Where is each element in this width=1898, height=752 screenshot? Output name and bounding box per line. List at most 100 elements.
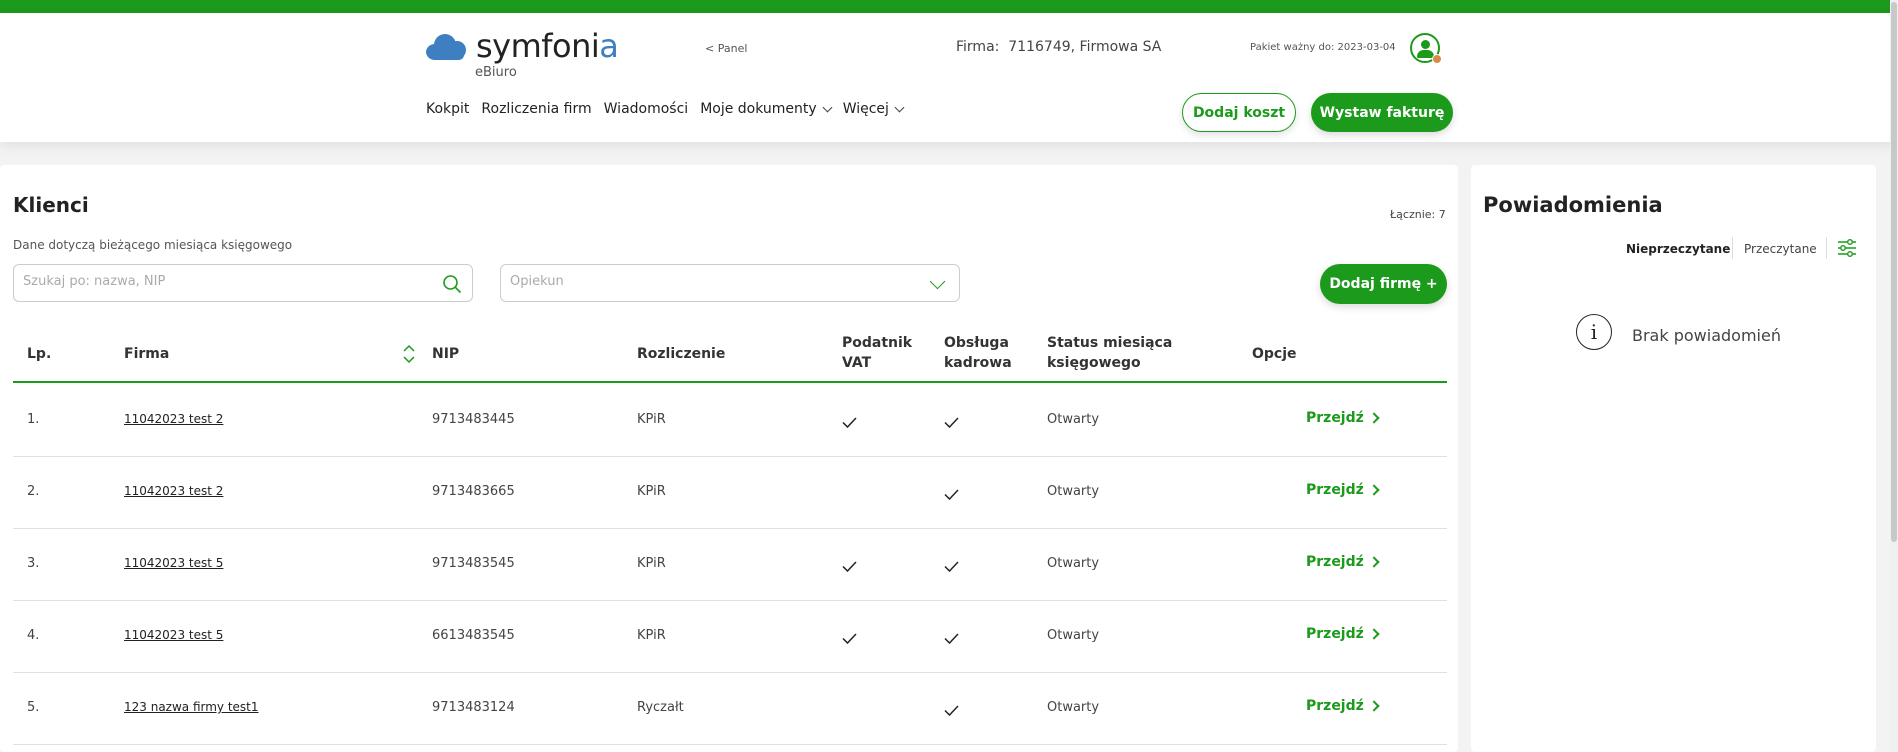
empty-notifications: Brak powiadomień: [1632, 326, 1781, 345]
check-icon: [944, 485, 959, 501]
nav-wiecej[interactable]: Więcej: [843, 101, 905, 117]
col-firma[interactable]: Firma: [124, 344, 169, 364]
search-input[interactable]: [23, 274, 403, 289]
search-box: [13, 264, 473, 302]
issue-invoice-button[interactable]: Wystaw fakturę: [1311, 93, 1453, 132]
company-label: Firma:: [956, 39, 1000, 55]
search-icon[interactable]: [442, 274, 462, 294]
cell-nip: 9713483445: [432, 412, 515, 427]
add-cost-button[interactable]: Dodaj koszt: [1182, 93, 1296, 132]
cell-status: Otwarty: [1047, 700, 1100, 715]
main-nav: Kokpit Rozliczenia firm Wiadomości Moje …: [426, 101, 905, 117]
product-name: eBiuro: [475, 65, 517, 80]
col-status: Status miesiąca księgowego: [1047, 335, 1173, 371]
check-icon: [944, 413, 959, 429]
cell-nip: 9713483124: [432, 700, 515, 715]
cloud-icon: [426, 32, 468, 60]
go-to-company-button[interactable]: Przejdź: [1306, 698, 1380, 714]
nav-rozliczenia-firm[interactable]: Rozliczenia firm: [481, 101, 591, 117]
go-to-company-button[interactable]: Przejdź: [1306, 554, 1380, 570]
nav-moje-dokumenty[interactable]: Moje dokumenty: [700, 101, 833, 117]
check-icon: [944, 629, 959, 645]
scrollbar-thumb[interactable]: [1891, 2, 1897, 542]
company-link[interactable]: 123 nazwa firmy test1: [124, 700, 259, 714]
company-link[interactable]: 11042023 test 5: [124, 628, 223, 642]
cell-lp: 3.: [27, 556, 40, 571]
cell-status: Otwarty: [1047, 412, 1100, 427]
chevron-down-icon: [822, 102, 833, 112]
tab-read[interactable]: Przeczytane: [1744, 242, 1817, 256]
chevron-right-icon: [1368, 628, 1380, 640]
nav-wiadomosci[interactable]: Wiadomości: [604, 101, 689, 117]
tab-divider: [1732, 237, 1733, 259]
cell-lp: 5.: [27, 700, 40, 715]
notifications-panel: Powiadomienia Nieprzeczytane Przeczytane…: [1471, 165, 1876, 752]
table-row: 4. 11042023 test 5 6613483545 KPiR Otwarty Pr…: [13, 601, 1447, 673]
package-validity: Pakiet ważny do: 2023-03-04: [1250, 42, 1396, 53]
cell-rozliczenie: KPiR: [637, 628, 666, 643]
company-value: 7116749, Firmowa SA: [1008, 39, 1162, 55]
cell-rozliczenie: KPiR: [637, 556, 666, 571]
top-banner: [0, 0, 1898, 13]
cell-nip: 9713483665: [432, 484, 515, 499]
clients-panel: Klienci Łącznie: 7 Dane dotyczą bieżąceg…: [0, 165, 1458, 752]
opiekun-input[interactable]: [510, 274, 890, 289]
chevron-right-icon: [1368, 556, 1380, 568]
cell-status: Otwarty: [1047, 628, 1100, 643]
sort-icon[interactable]: [403, 344, 415, 364]
tab-unread[interactable]: Nieprzeczytane: [1626, 242, 1730, 256]
check-icon: [842, 557, 857, 573]
col-kadrowa: Obsługa kadrowa: [944, 335, 1012, 371]
filter-settings-icon[interactable]: [1837, 238, 1857, 258]
cell-lp: 4.: [27, 628, 40, 643]
check-icon: [944, 701, 959, 717]
cell-rozliczenie: KPiR: [637, 484, 666, 499]
chevron-right-icon: [1368, 700, 1380, 712]
cell-lp: 2.: [27, 484, 40, 499]
check-icon: [842, 629, 857, 645]
table-row: 5. 123 nazwa firmy test1 9713483124 Ryczałt…: [13, 673, 1447, 745]
info-icon: i: [1576, 314, 1612, 350]
chevron-down-icon: [929, 273, 946, 290]
go-to-company-button[interactable]: Przejdź: [1306, 626, 1380, 642]
cell-status: Otwarty: [1047, 484, 1100, 499]
chevron-right-icon: [1368, 484, 1380, 496]
cell-status: Otwarty: [1047, 556, 1100, 571]
nav-kokpit[interactable]: Kokpit: [426, 101, 469, 117]
logo-text: symfonia: [476, 27, 619, 65]
col-nip: NIP: [432, 346, 460, 362]
company-info: Firma: 7116749, Firmowa SA: [956, 39, 1161, 55]
table-row: 3. 11042023 test 5 9713483545 KPiR Otwarty Pr…: [13, 529, 1447, 601]
go-to-company-button[interactable]: Przejdź: [1306, 410, 1380, 426]
go-to-company-button[interactable]: Przejdź: [1306, 482, 1380, 498]
chevron-right-icon: [1368, 412, 1380, 424]
col-lp: Lp.: [27, 346, 52, 362]
col-opcje: Opcje: [1252, 346, 1297, 362]
check-icon: [944, 557, 959, 573]
check-icon: [842, 413, 857, 429]
page-title: Klienci: [13, 193, 89, 217]
page-scrollbar[interactable]: [1890, 0, 1898, 752]
company-link[interactable]: 11042023 test 2: [124, 484, 223, 498]
symfonia-logo[interactable]: symfonia: [426, 27, 619, 65]
panel-link[interactable]: < Panel: [705, 42, 747, 55]
table-row: 2. 11042023 test 2 9713483665 KPiR Otwarty Pr…: [13, 457, 1447, 529]
col-vat: Podatnik VAT: [842, 335, 913, 371]
table-header: Lp. Firma NIP Rozliczenie Podatnik VAT O…: [13, 325, 1447, 383]
data-info: Dane dotyczą bieżącego miesiąca księgowe…: [13, 238, 293, 252]
company-link[interactable]: 11042023 test 5: [124, 556, 223, 570]
notifications-title: Powiadomienia: [1483, 193, 1663, 217]
opiekun-select[interactable]: [500, 264, 960, 302]
total-count: Łącznie: 7: [1390, 208, 1446, 221]
cell-rozliczenie: Ryczałt: [637, 700, 684, 715]
table-row: 1. 11042023 test 2 9713483445 KPiR Otwarty Pr…: [13, 385, 1447, 457]
add-company-button[interactable]: Dodaj firmę +: [1320, 264, 1447, 304]
tab-divider: [1826, 237, 1827, 259]
cell-nip: 6613483545: [432, 628, 515, 643]
cell-lp: 1.: [27, 412, 40, 427]
user-avatar-icon[interactable]: [1410, 33, 1442, 64]
cell-rozliczenie: KPiR: [637, 412, 666, 427]
company-link[interactable]: 11042023 test 2: [124, 412, 223, 426]
cell-nip: 9713483545: [432, 556, 515, 571]
app-header: symfonia eBiuro < Panel Firma: 7116749, …: [0, 13, 1898, 142]
